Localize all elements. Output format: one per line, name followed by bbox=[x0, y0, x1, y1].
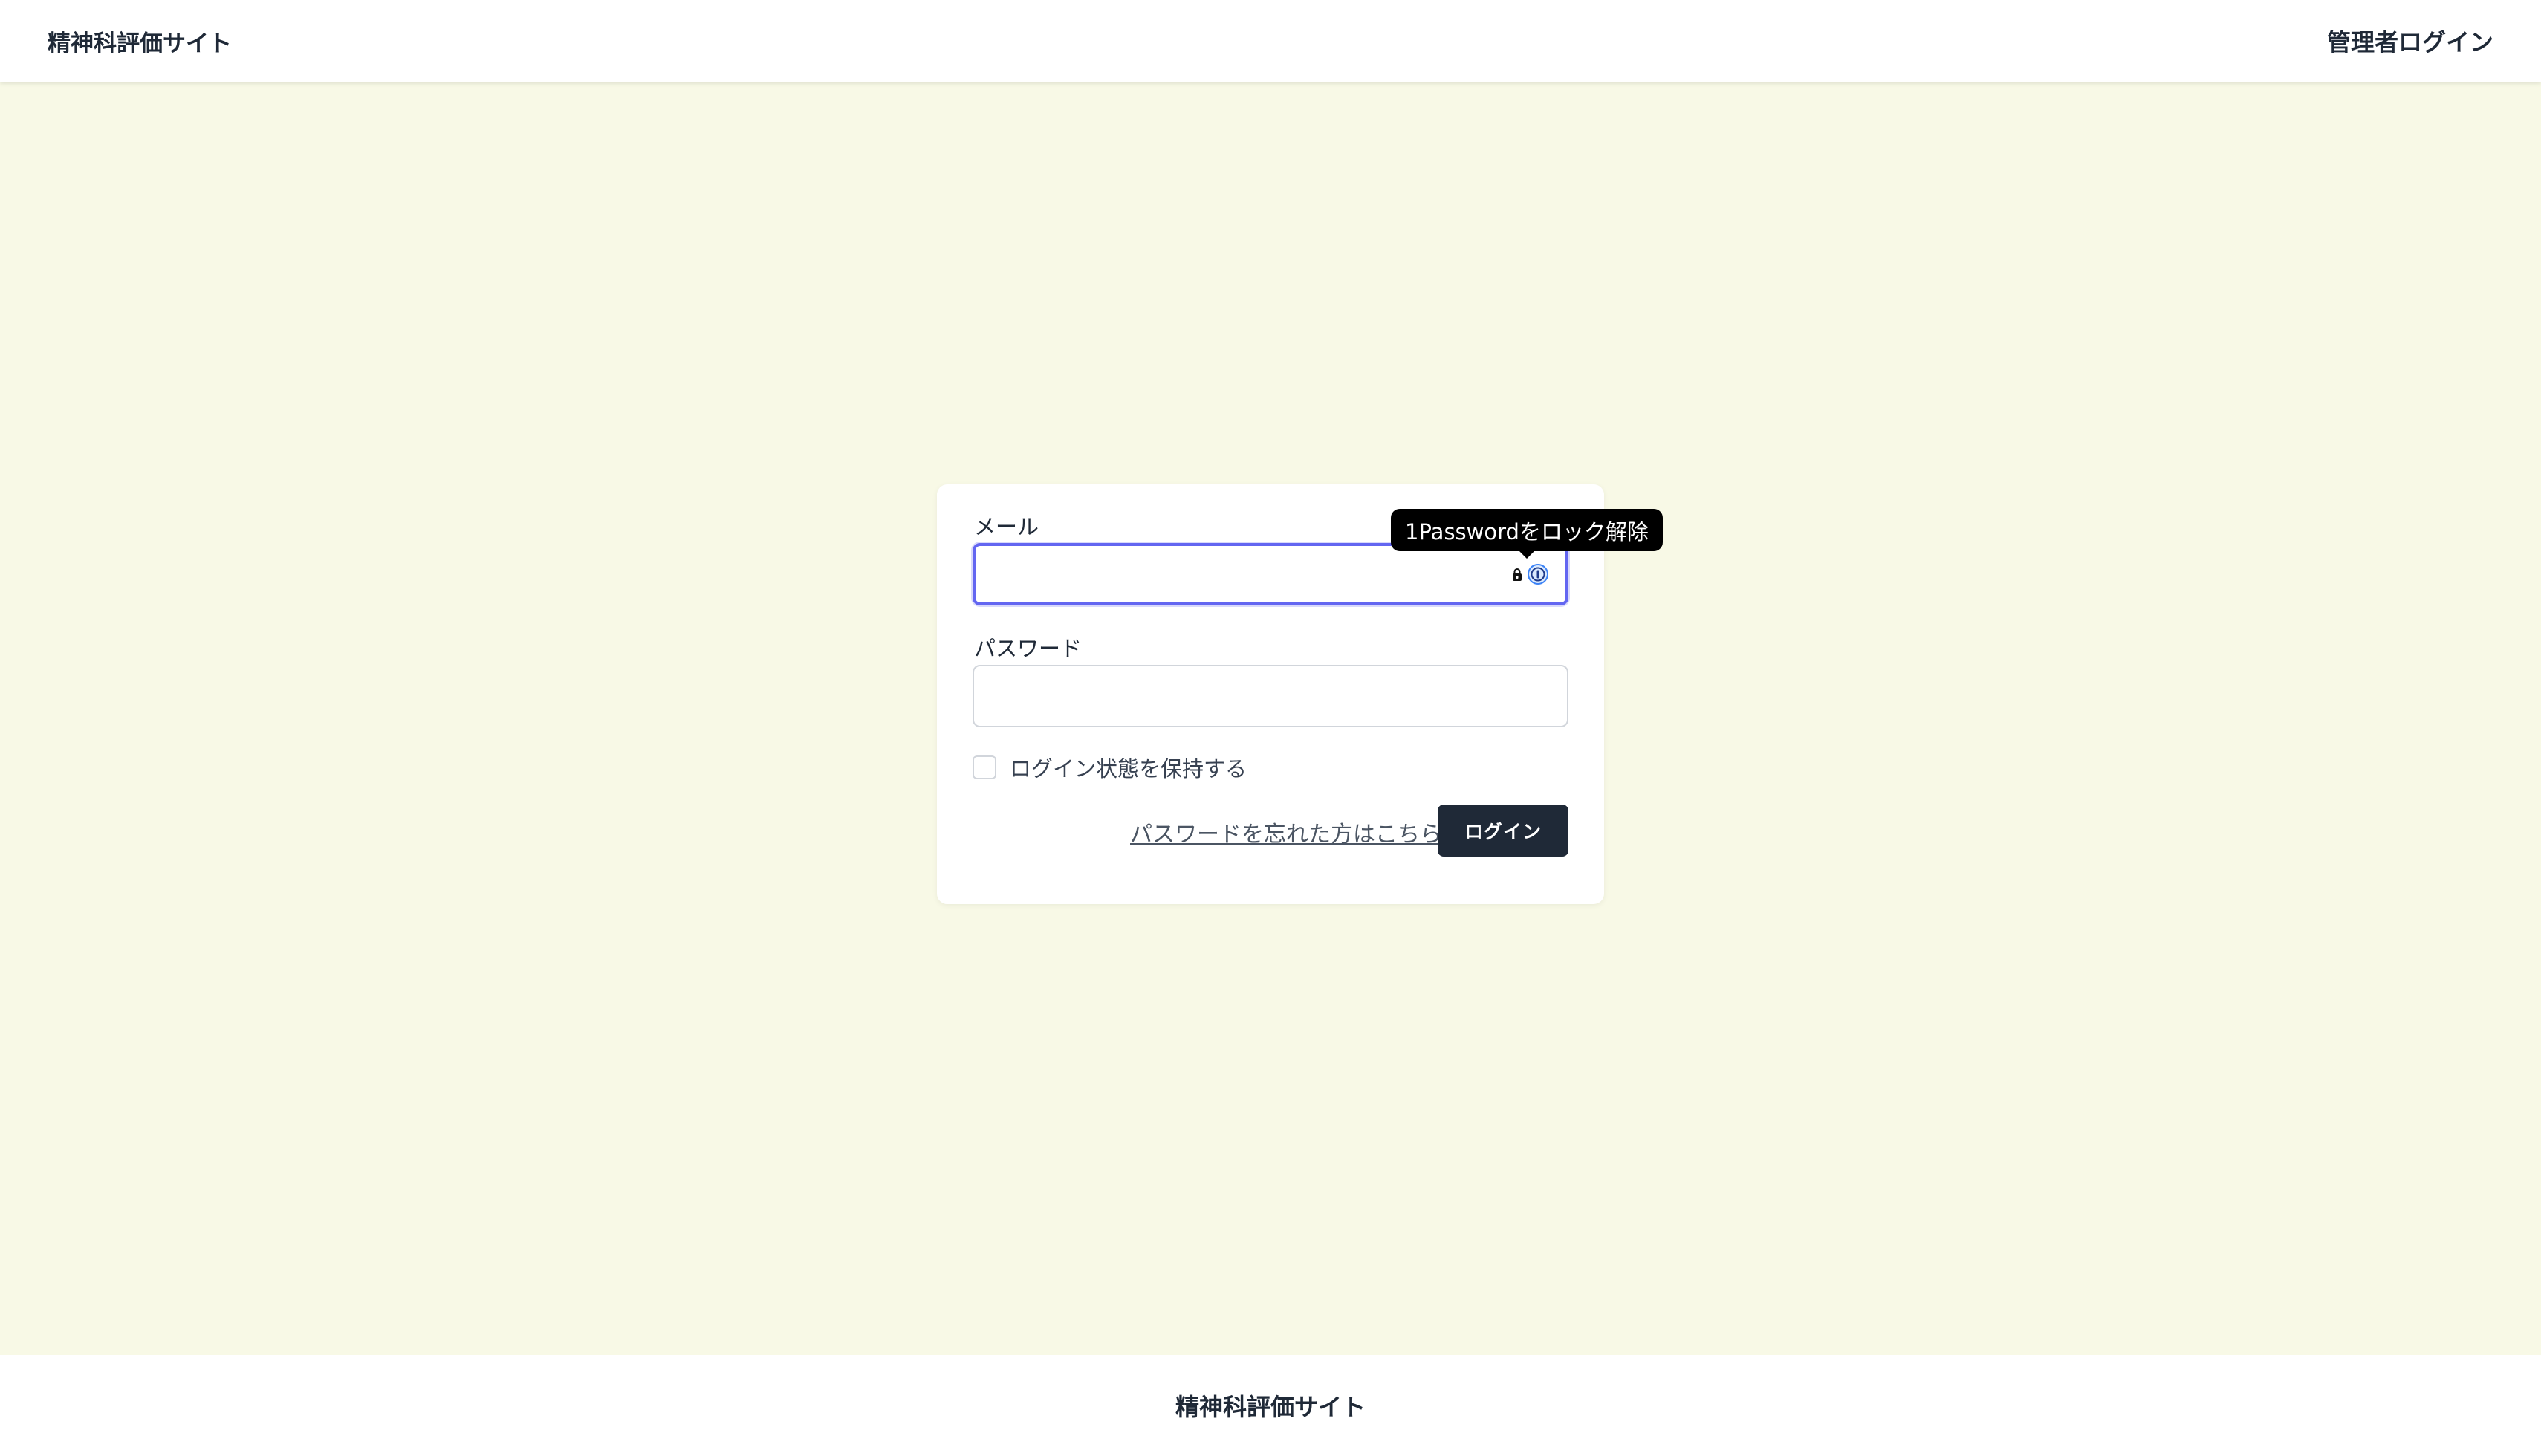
remember-label[interactable]: ログイン状態を保持する bbox=[1010, 752, 1247, 783]
login-button[interactable]: ログイン bbox=[1438, 805, 1568, 857]
email-field[interactable] bbox=[973, 543, 1568, 605]
site-header: 精神科評価サイト 管理者ログイン bbox=[0, 0, 2541, 82]
forgot-password-link[interactable]: パスワードを忘れた方はこちら bbox=[1130, 816, 1442, 848]
password-label: パスワード bbox=[974, 636, 1083, 661]
lock-icon[interactable] bbox=[1510, 567, 1524, 582]
1password-tooltip: 1Passwordをロック解除 bbox=[1391, 509, 1663, 551]
site-title[interactable]: 精神科評価サイト bbox=[48, 25, 232, 58]
remember-me[interactable]: ログイン状態を保持する bbox=[973, 752, 1247, 783]
password-field[interactable] bbox=[973, 665, 1568, 727]
site-footer: 精神科評価サイト bbox=[0, 1355, 2541, 1456]
remember-checkbox[interactable] bbox=[973, 755, 996, 779]
1password-icon[interactable] bbox=[1527, 563, 1549, 585]
admin-login-link[interactable]: 管理者ログイン bbox=[2327, 24, 2493, 58]
footer-site-title: 精神科評価サイト bbox=[1175, 1393, 1366, 1421]
email-label: メール bbox=[974, 514, 1039, 539]
password-manager-icons[interactable] bbox=[1510, 563, 1549, 585]
